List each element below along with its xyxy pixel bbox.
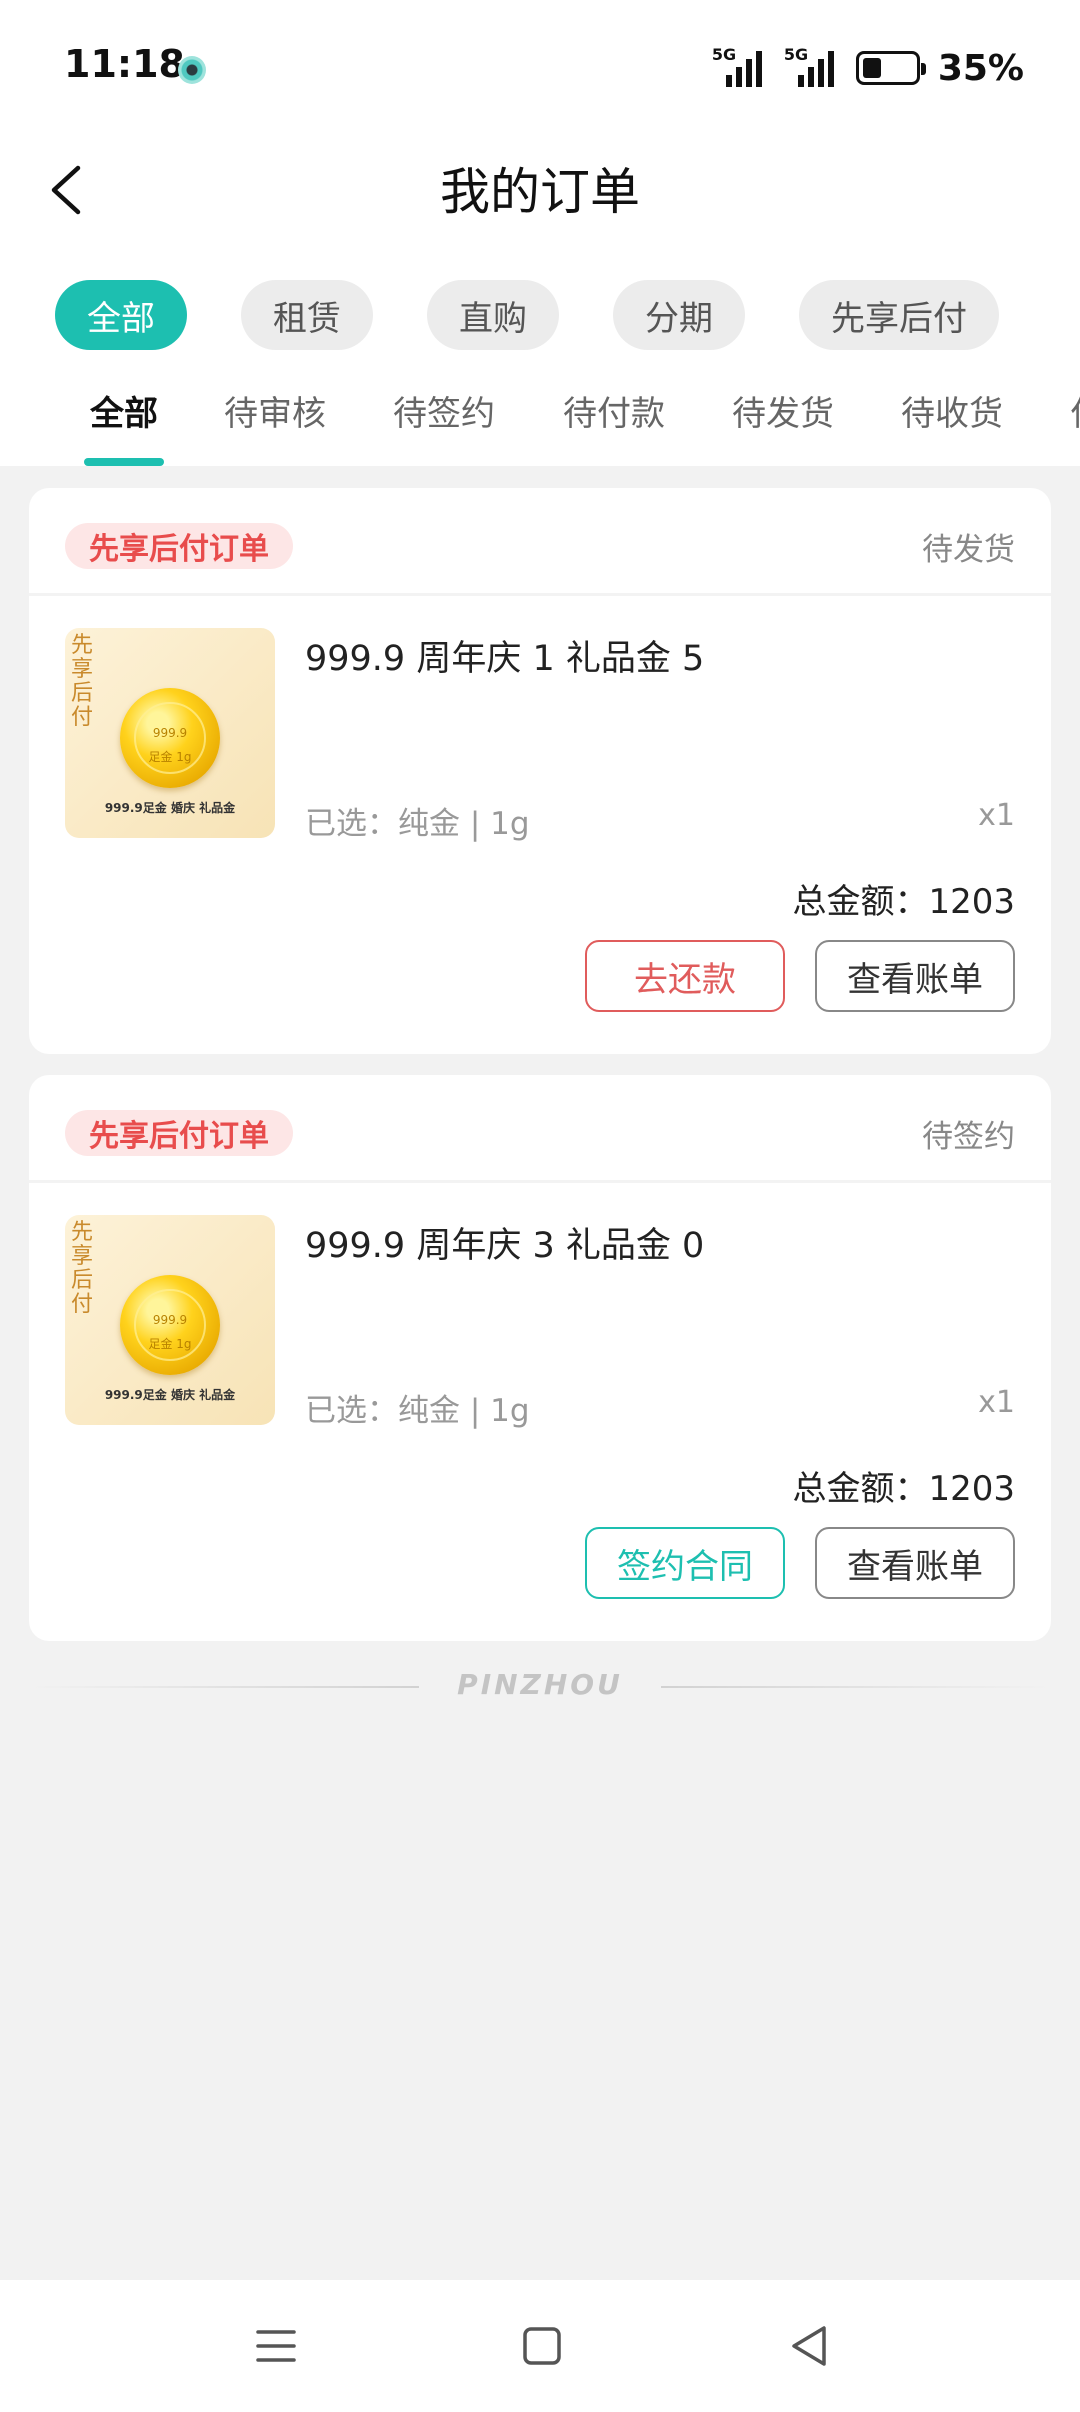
coin-text: 足金 1g: [148, 750, 192, 764]
product-spec: 已选：纯金 | 1g: [305, 1393, 530, 1429]
thumbnail-brand: 先享后付: [71, 1220, 94, 1317]
nav-back-button[interactable]: [780, 2316, 840, 2376]
gold-coin-image: 999.9 足金 1g: [120, 688, 220, 788]
battery-icon: [855, 51, 926, 85]
coin-text: 999.9: [152, 1313, 188, 1327]
filter-pill[interactable]: 分期: [613, 280, 745, 350]
tab-pending-review[interactable]: 待审核: [224, 386, 326, 435]
filter-pill[interactable]: 先享后付: [799, 280, 999, 350]
battery-fill: [862, 58, 881, 78]
coin-text: 足金 1g: [148, 1337, 192, 1351]
footer-brand-mark: PINZHOU: [29, 1668, 1051, 1704]
order-total: 总金额：1203: [792, 1469, 1015, 1509]
type-filter-bar: 全部 租赁 直购 分期 先享后付: [55, 280, 999, 350]
order-status: 待签约: [922, 1119, 1015, 1155]
tab-pending-shipment[interactable]: 待发货: [732, 386, 834, 435]
thumbnail-caption: 999.9足金 婚庆 礼品金: [104, 1388, 236, 1402]
coin-text: 999.9: [152, 726, 188, 740]
nav-menu-button[interactable]: [246, 2316, 306, 2376]
product-name[interactable]: 999.9 周年庆 3 礼品金 0: [305, 1217, 704, 1268]
network-type-2: 5G: [783, 45, 809, 64]
signal-icon: 5G: [706, 45, 764, 91]
system-nav-bar: [0, 2280, 1080, 2412]
product-quantity: x1: [978, 1385, 1015, 1420]
sign-contract-button[interactable]: 签约合同: [585, 1527, 785, 1599]
order-actions: 签约合同 查看账单: [585, 1527, 1015, 1599]
order-card-header: 先享后付订单 待签约: [29, 1075, 1051, 1183]
product-quantity: x1: [978, 798, 1015, 833]
order-actions: 去还款 查看账单: [585, 940, 1015, 1012]
thumbnail-caption: 999.9足金 婚庆 礼品金: [104, 801, 236, 815]
repay-button[interactable]: 去还款: [585, 940, 785, 1012]
battery-percent: 35%: [937, 47, 1024, 89]
tab-pending-payment[interactable]: 待付款: [563, 386, 665, 435]
square-icon: [523, 2327, 561, 2365]
order-card[interactable]: 先享后付订单 待签约 先享后付 999.9 足金 1g 999.9足金 婚庆 礼…: [29, 1075, 1051, 1641]
tab-all[interactable]: 全部: [90, 386, 158, 435]
tab-indicator: [84, 458, 164, 466]
network-type-1: 5G: [711, 45, 737, 64]
camera-indicator-icon: [178, 56, 206, 84]
gold-coin-image: 999.9 足金 1g: [120, 1275, 220, 1375]
product-name[interactable]: 999.9 周年庆 1 礼品金 5: [305, 630, 704, 681]
status-bar: 11:18 5G 5G 35%: [0, 0, 1080, 140]
order-status: 待发货: [922, 532, 1015, 568]
order-card-header: 先享后付订单 待发货: [29, 488, 1051, 596]
view-bill-button[interactable]: 查看账单: [815, 1527, 1015, 1599]
status-icons: 5G 5G 35%: [706, 40, 1024, 96]
filter-pill[interactable]: 租赁: [241, 280, 373, 350]
order-type-badge: 先享后付订单: [65, 1110, 293, 1156]
product-spec: 已选：纯金 | 1g: [305, 806, 530, 842]
tab-more[interactable]: 付: [1070, 386, 1080, 435]
divider: [661, 1686, 1051, 1688]
footer-brand-text: PINZHOU: [457, 1668, 623, 1701]
product-thumbnail[interactable]: 先享后付 999.9 足金 1g 999.9足金 婚庆 礼品金: [65, 628, 275, 838]
status-time: 11:18: [64, 42, 185, 86]
tab-pending-sign[interactable]: 待签约: [393, 386, 495, 435]
signal-icon: 5G: [778, 45, 836, 91]
nav-home-button[interactable]: [512, 2316, 572, 2376]
filter-pill[interactable]: 全部: [55, 280, 187, 350]
menu-icon: [256, 2330, 296, 2362]
order-type-badge: 先享后付订单: [65, 523, 293, 569]
tab-pending-receipt[interactable]: 待收货: [901, 386, 1003, 435]
filter-pill[interactable]: 直购: [427, 280, 559, 350]
order-total: 总金额：1203: [792, 882, 1015, 922]
header: 我的订单: [0, 140, 1080, 240]
thumbnail-brand: 先享后付: [71, 633, 94, 730]
status-tabs: 全部 待审核 待签约 待付款 待发货 待收货 付: [0, 370, 1080, 466]
page-title: 我的订单: [440, 163, 640, 221]
product-thumbnail[interactable]: 先享后付 999.9 足金 1g 999.9足金 婚庆 礼品金: [65, 1215, 275, 1425]
triangle-back-icon: [792, 2326, 826, 2366]
view-bill-button[interactable]: 查看账单: [815, 940, 1015, 1012]
order-card[interactable]: 先享后付订单 待发货 先享后付 999.9 足金 1g 999.9足金 婚庆 礼…: [29, 488, 1051, 1054]
